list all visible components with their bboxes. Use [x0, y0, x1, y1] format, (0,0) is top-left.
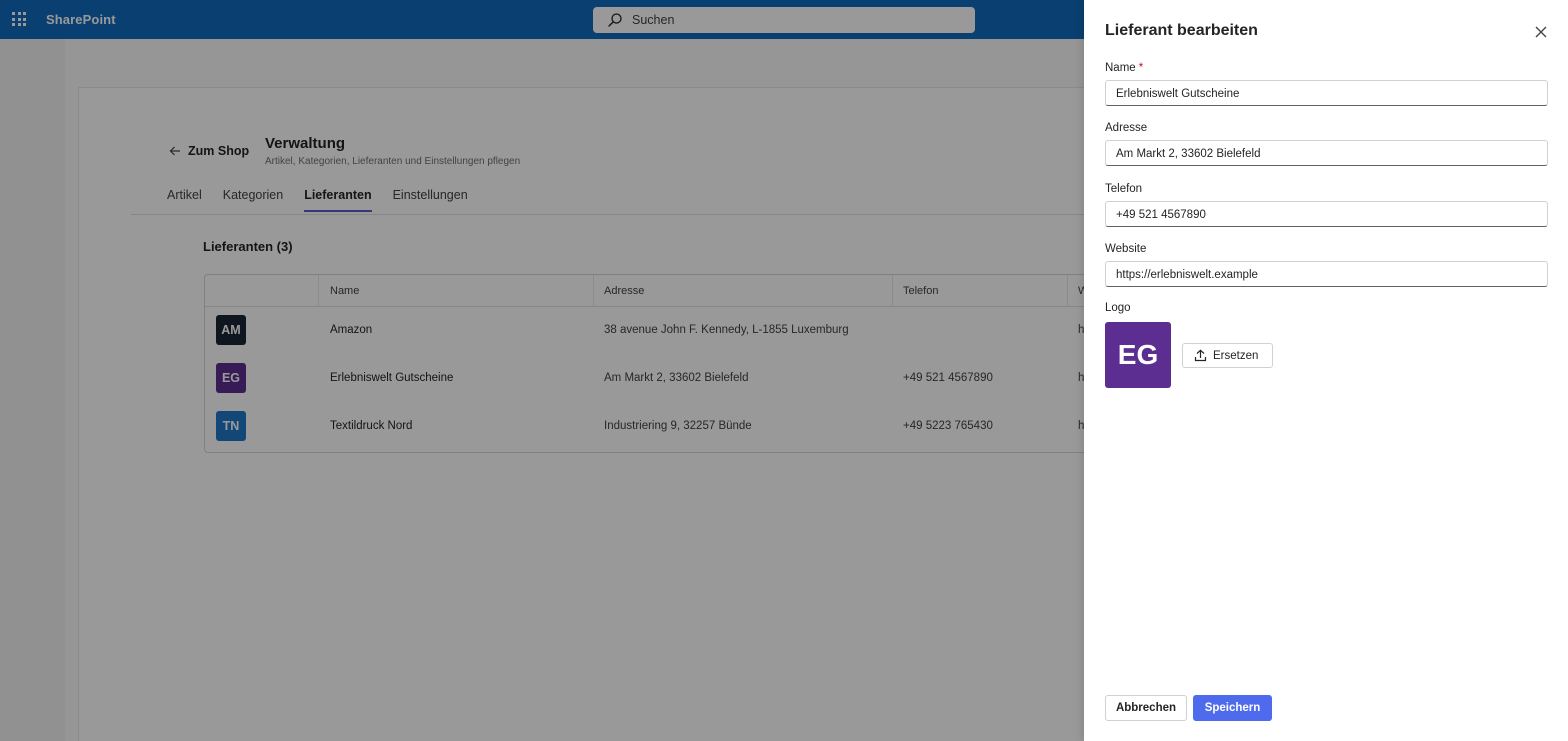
logo-label: Logo	[1105, 302, 1131, 314]
required-mark: *	[1138, 62, 1144, 74]
website-field[interactable]: https://erlebniswelt.example	[1105, 261, 1548, 287]
edit-supplier-panel: Lieferant bearbeiten Name * Erlebniswelt …	[1084, 0, 1568, 741]
website-label: Website	[1105, 243, 1147, 255]
name-label: Name *	[1105, 62, 1143, 74]
save-button[interactable]: Speichern	[1193, 695, 1272, 721]
phone-field[interactable]: +49 521 4567890	[1105, 201, 1548, 227]
replace-logo-label: Ersetzen	[1213, 349, 1259, 362]
phone-label: Telefon	[1105, 183, 1143, 195]
replace-logo-button[interactable]: Ersetzen	[1182, 343, 1273, 368]
name-field[interactable]: Erlebniswelt Gutscheine	[1105, 80, 1548, 106]
address-label: Adresse	[1105, 122, 1148, 134]
modal-overlay[interactable]	[0, 0, 1084, 741]
close-icon[interactable]	[1533, 24, 1549, 40]
name-label-text: Name	[1105, 62, 1136, 74]
cancel-button[interactable]: Abbrechen	[1105, 695, 1187, 721]
logo-preview: EG	[1105, 322, 1171, 388]
panel-title: Lieferant bearbeiten	[1105, 22, 1258, 39]
address-field[interactable]: Am Markt 2, 33602 Bielefeld	[1105, 140, 1548, 166]
upload-icon	[1194, 349, 1207, 362]
